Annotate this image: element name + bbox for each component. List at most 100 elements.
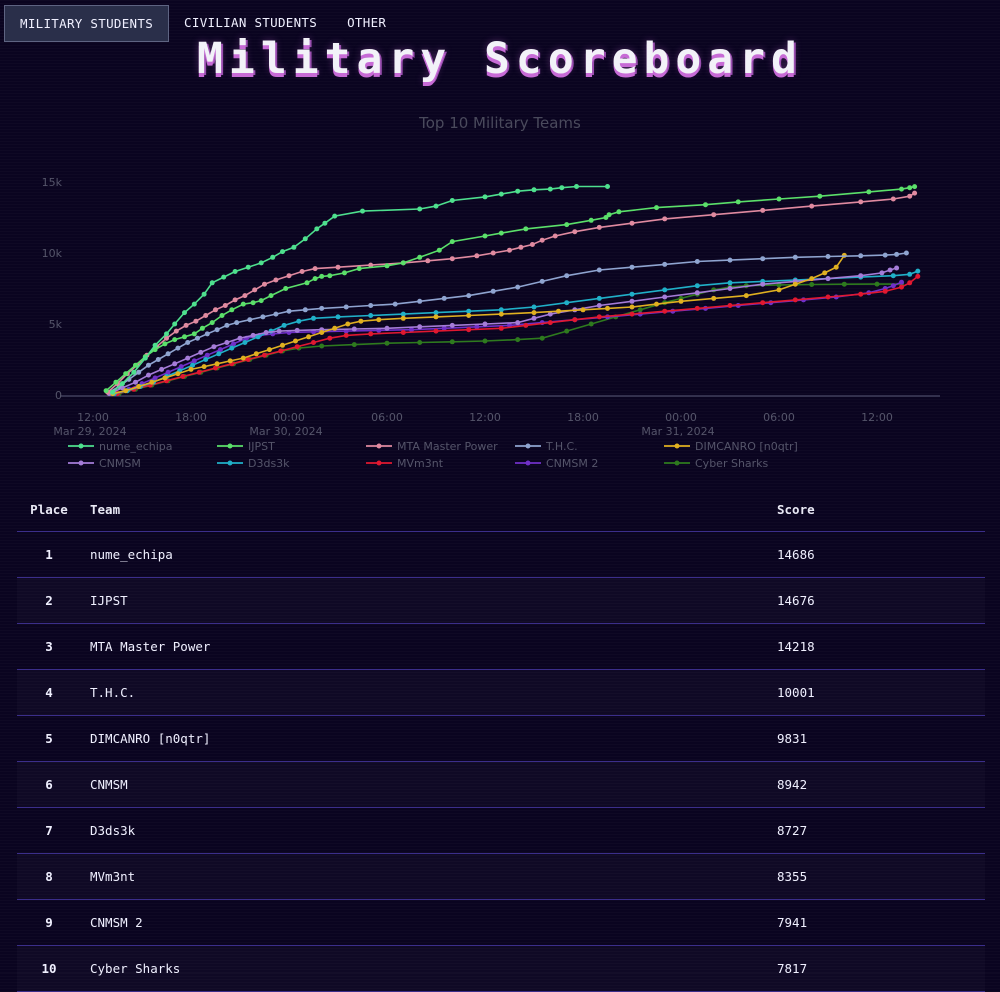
data-point [253, 351, 259, 357]
data-point [596, 267, 602, 273]
data-point [204, 352, 210, 358]
data-point [449, 256, 455, 262]
data-point [425, 258, 431, 264]
data-point [580, 307, 586, 313]
data-point [335, 264, 341, 270]
data-point [237, 335, 243, 341]
data-point [518, 244, 524, 250]
data-point [825, 276, 831, 282]
data-point [250, 332, 256, 338]
data-point [556, 308, 561, 314]
legend-swatch-dot [78, 460, 84, 466]
data-point [240, 301, 246, 307]
data-point [266, 347, 272, 353]
data-point [188, 366, 194, 372]
data-point [164, 331, 169, 337]
data-point [113, 379, 119, 385]
data-point [384, 340, 390, 346]
data-point [866, 189, 872, 195]
legend-label: IJPST [248, 440, 275, 453]
data-point [384, 263, 390, 269]
data-point [825, 254, 831, 259]
data-point [281, 322, 287, 328]
table-row: 7 D3ds3k 8727 [17, 807, 985, 854]
place-cell: 5 [17, 715, 80, 762]
data-point [180, 374, 186, 379]
header-score[interactable]: Score [777, 487, 985, 532]
data-point [221, 274, 227, 280]
data-point [498, 325, 504, 331]
data-point [262, 352, 267, 358]
legend-swatch-dot [227, 460, 233, 466]
data-point [417, 324, 423, 330]
data-point [294, 344, 300, 350]
data-point [436, 247, 442, 253]
data-point [327, 273, 333, 279]
x-tick-label: 06:00 [371, 411, 403, 424]
data-point [629, 220, 635, 226]
data-point [162, 375, 168, 381]
data-point [890, 273, 896, 279]
data-point [482, 233, 488, 239]
place-cell: 6 [17, 761, 80, 808]
legend-swatch-dot [525, 443, 531, 449]
data-point [183, 322, 189, 328]
series-line [117, 275, 919, 395]
data-point [283, 286, 289, 291]
table-row: 6 CNMSM 8942 [17, 761, 985, 808]
data-point [662, 287, 668, 293]
table-header-row: Place Team Score [17, 487, 985, 532]
data-point [531, 315, 537, 321]
data-point [312, 266, 318, 272]
legend-label: nume_echipa [99, 440, 173, 453]
data-point [809, 276, 815, 282]
data-point [417, 298, 423, 304]
data-point [360, 208, 365, 214]
data-point [529, 242, 535, 247]
data-point [342, 270, 347, 276]
data-point [133, 379, 138, 385]
data-point [588, 321, 594, 327]
data-point [858, 291, 864, 297]
data-point [466, 313, 472, 318]
data-point [159, 366, 165, 372]
header-place[interactable]: Place [17, 487, 80, 532]
data-point [498, 230, 504, 236]
data-point [250, 300, 256, 306]
data-point [539, 278, 545, 284]
data-point [252, 287, 258, 293]
data-point [907, 280, 913, 286]
header-team[interactable]: Team [80, 487, 777, 532]
data-point [662, 308, 668, 314]
data-point [498, 311, 504, 317]
x-tick-label: 12:00 [861, 411, 893, 424]
data-point [229, 345, 235, 351]
data-point [792, 281, 798, 287]
data-point [776, 196, 782, 202]
data-point [654, 301, 659, 307]
data-point [258, 260, 264, 266]
data-point [629, 291, 635, 297]
data-point [711, 295, 717, 301]
data-point [278, 348, 284, 354]
data-point [433, 310, 439, 316]
x-tick-label: 00:00 [665, 411, 697, 424]
place-cell: 8 [17, 853, 80, 900]
data-point [449, 322, 455, 328]
data-point [103, 388, 109, 394]
x-tick-label: 12:00 [469, 411, 501, 424]
data-point [232, 297, 238, 303]
data-point [193, 318, 199, 324]
data-point [291, 244, 297, 250]
data-point [449, 339, 455, 345]
data-point [195, 335, 200, 341]
data-point [319, 343, 325, 349]
data-point [694, 290, 700, 296]
x-tick-date-label: Mar 29, 2024 [53, 425, 126, 438]
data-point [792, 297, 798, 303]
data-point [498, 307, 504, 313]
x-tick-label: 18:00 [567, 411, 599, 424]
place-cell: 1 [17, 531, 80, 578]
data-point [327, 335, 333, 341]
team-cell: IJPST [80, 577, 777, 624]
